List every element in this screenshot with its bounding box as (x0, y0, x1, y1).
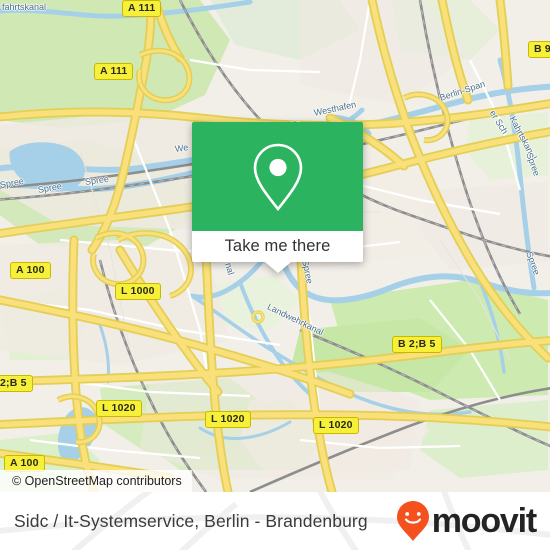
take-me-there-label: Take me there (224, 237, 331, 255)
footer-bar: Sidc / It-Systemservice, Berlin - Brande… (0, 492, 550, 550)
moovit-wordmark: moovit (431, 502, 537, 540)
moovit-logo[interactable]: moovit (396, 492, 537, 550)
screenshot-root: A 111 A 111 B 9 A 100 L 1000 B 2;B 5 2;B 5 L 10… (0, 0, 550, 550)
popup-icon-panel (192, 122, 363, 231)
road-shield: A 111 (122, 0, 162, 17)
road-shield: A 100 (10, 262, 51, 279)
road-shield: L 1020 (205, 411, 251, 428)
road-shield: L 1020 (96, 400, 142, 417)
popup-action-bar[interactable]: Take me there (192, 231, 363, 273)
road-shield: L 1000 (115, 283, 161, 300)
road-shield: 2;B 5 (0, 375, 33, 392)
osm-attribution[interactable]: © OpenStreetMap contributors (0, 470, 192, 492)
road-shield: A 111 (94, 63, 134, 80)
moovit-smiley-pin-icon (396, 501, 429, 541)
place-title: Sidc / It-Systemservice, Berlin - Brande… (14, 510, 368, 531)
road-shield: B 9 (528, 41, 550, 58)
road-shield: L 1020 (313, 417, 359, 434)
map-pin-icon (253, 143, 302, 211)
road-shield: B 2;B 5 (392, 336, 442, 353)
map-label: We (174, 142, 189, 154)
map-label: fahrtskanal (2, 2, 47, 12)
location-popup[interactable]: Take me there (192, 122, 363, 273)
popup-tail (264, 262, 291, 273)
